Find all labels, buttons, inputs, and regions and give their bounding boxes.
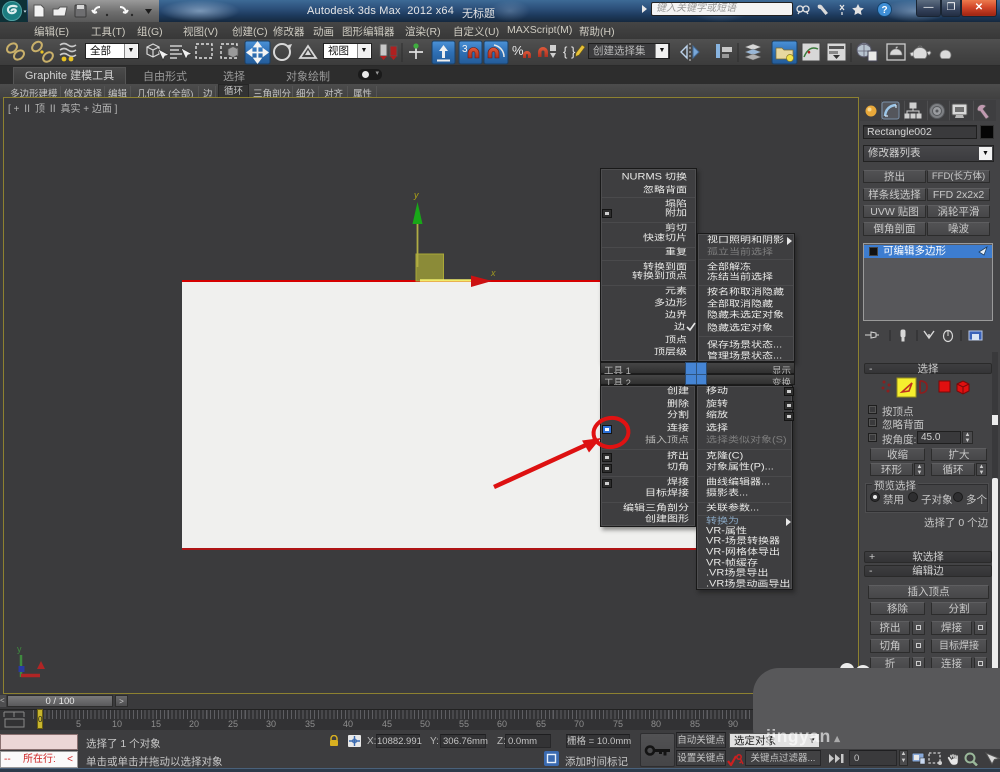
svg-text:{ }: { } <box>563 44 576 59</box>
svg-text:3: 3 <box>462 44 468 55</box>
svg-text:?: ? <box>881 5 887 16</box>
svg-text:y: y <box>413 190 419 200</box>
svg-text:y: y <box>17 644 22 654</box>
svg-text:%: % <box>512 43 524 58</box>
svg-text:x: x <box>490 268 496 278</box>
